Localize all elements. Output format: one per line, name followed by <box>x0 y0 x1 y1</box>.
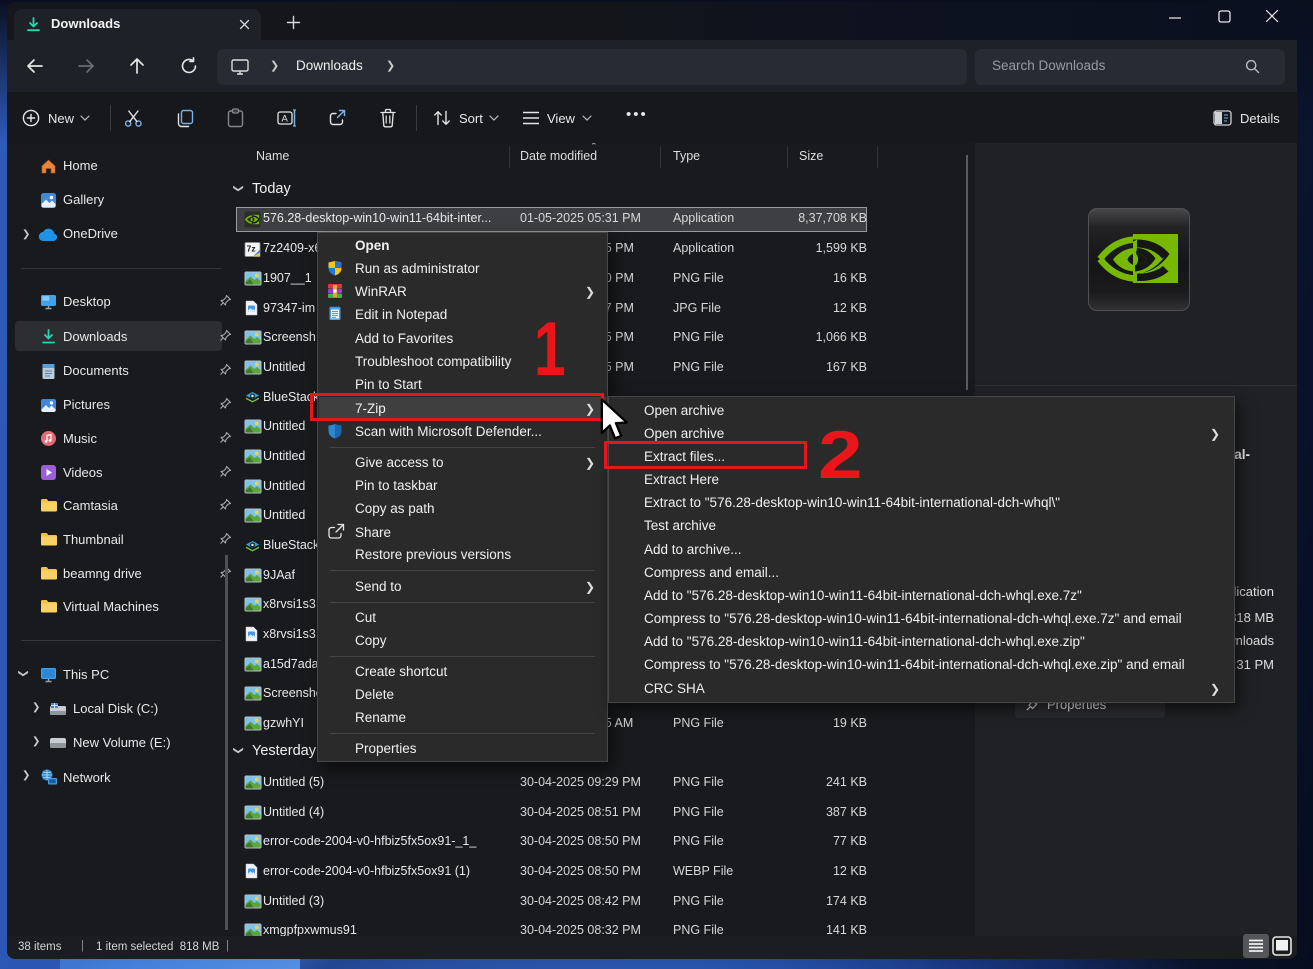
svg-text:A: A <box>282 114 289 125</box>
